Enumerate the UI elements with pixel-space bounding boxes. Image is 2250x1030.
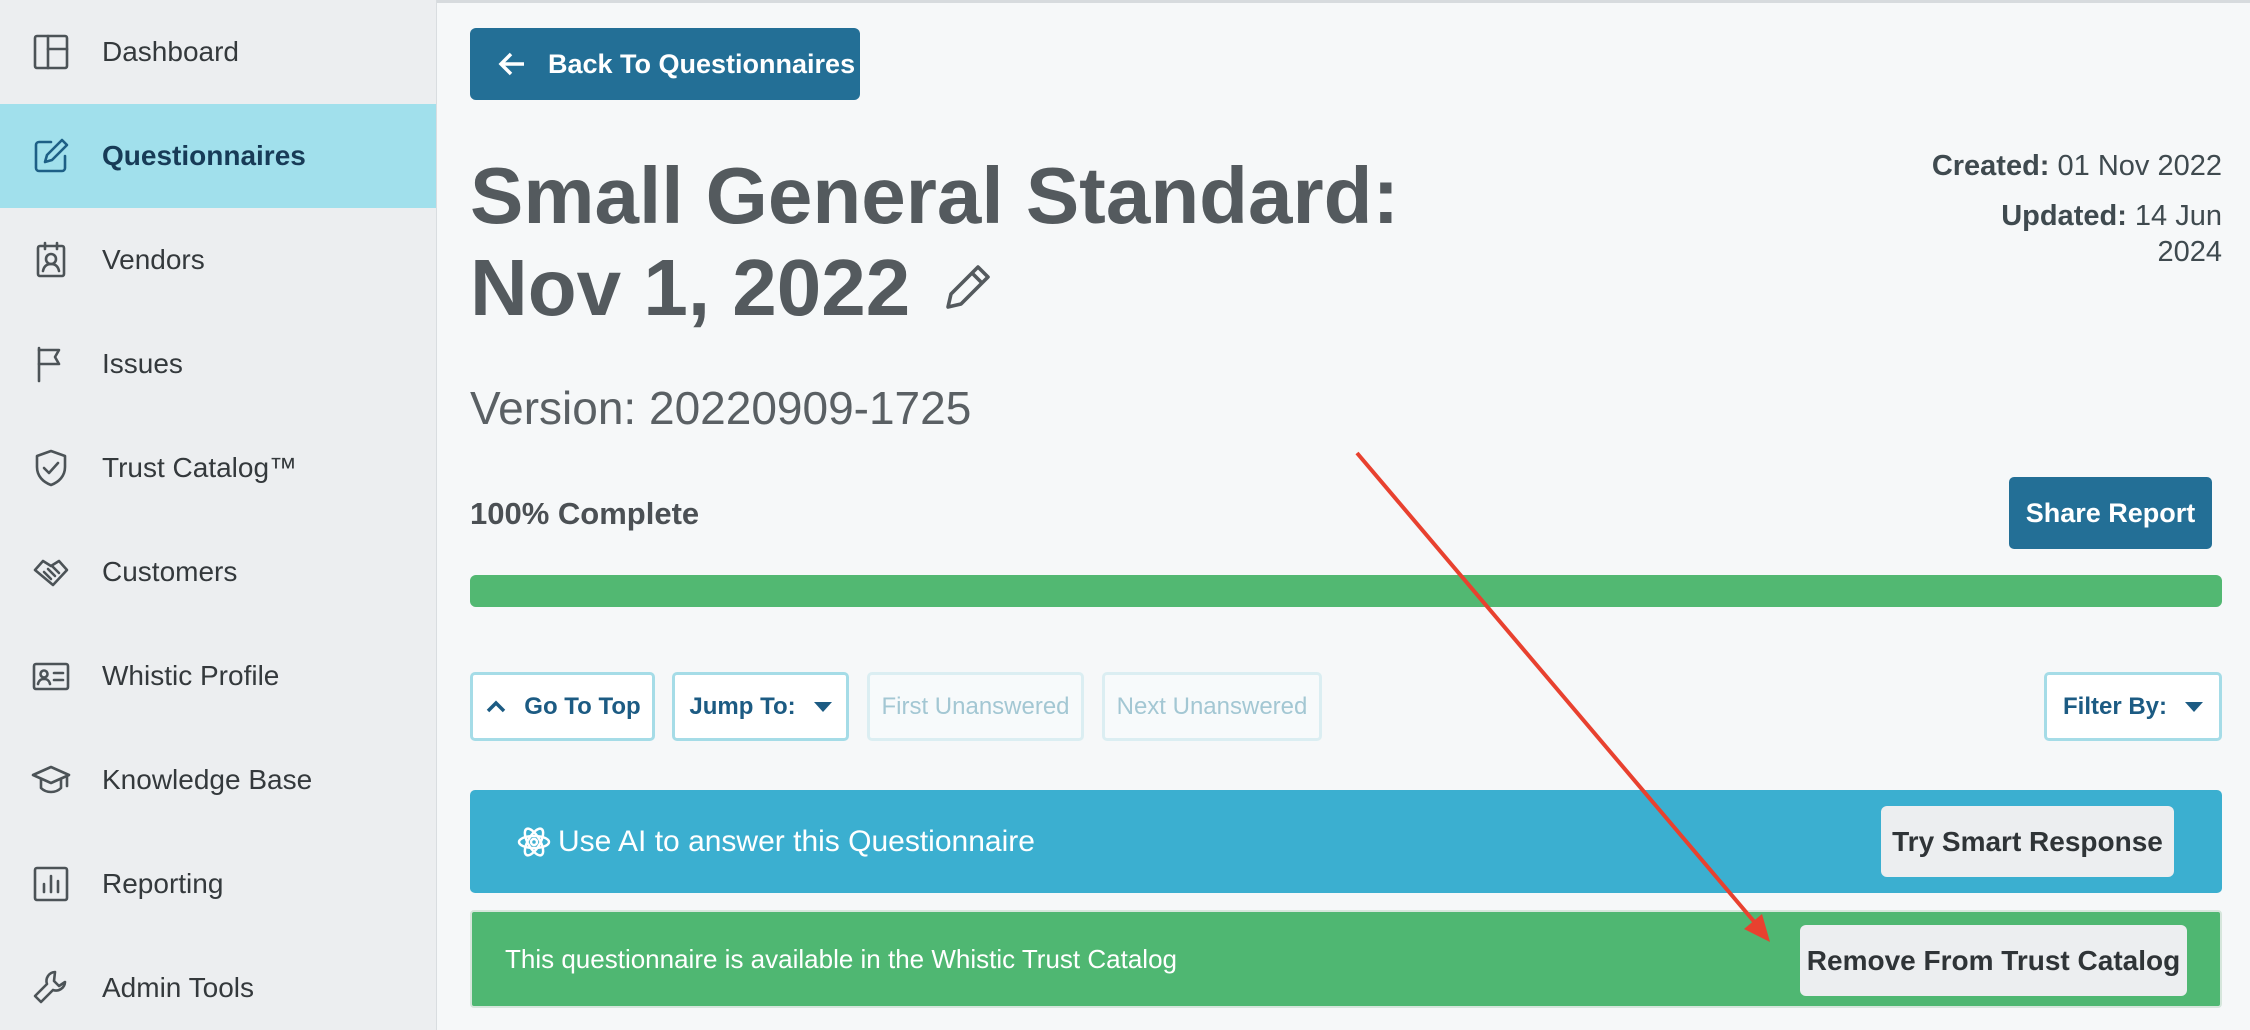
progress-bar-fill <box>470 575 2222 607</box>
go-to-top-button[interactable]: Go To Top <box>470 672 655 741</box>
sidebar-item-knowledge-base[interactable]: Knowledge Base <box>0 728 436 832</box>
main-content: Back To Questionnaires Small General Sta… <box>437 0 2250 1030</box>
id-card-icon <box>30 655 72 697</box>
sidebar-item-issues[interactable]: Issues <box>0 312 436 416</box>
updated-label: Updated: <box>2001 200 2127 232</box>
caret-down-icon <box>813 701 832 712</box>
created-label: Created: <box>1931 150 2050 182</box>
sidebar-item-vendors[interactable]: Vendors <box>0 208 436 312</box>
shield-check-icon <box>30 447 72 489</box>
ai-banner: Use AI to answer this Questionnaire Try … <box>470 790 2222 893</box>
updated-value: 14 Jun 2024 <box>2134 200 2222 268</box>
sidebar-item-label: Reporting <box>102 868 224 899</box>
chevron-up-icon <box>487 700 506 712</box>
try-smart-response-button[interactable]: Try Smart Response <box>1881 806 2174 877</box>
handshake-icon <box>30 551 72 593</box>
created-value: 01 Nov 2022 <box>2057 150 2222 182</box>
sidebar-item-trust-catalog[interactable]: Trust Catalog™ <box>0 416 436 520</box>
sidebar-item-label: Questionnaires <box>102 140 306 171</box>
sidebar-item-dashboard[interactable]: Dashboard <box>0 0 436 104</box>
go-to-top-label: Go To Top <box>524 692 641 720</box>
graduation-cap-icon <box>30 759 72 801</box>
sidebar: Dashboard Questionnaires Vendors Issues … <box>0 0 437 1030</box>
sidebar-item-label: Whistic Profile <box>102 660 280 691</box>
back-to-questionnaires-button[interactable]: Back To Questionnaires <box>470 28 860 100</box>
version-text: Version: 20220909-1725 <box>470 382 972 434</box>
dashboard-icon <box>30 31 72 73</box>
sidebar-item-label: Dashboard <box>102 36 239 67</box>
sidebar-item-label: Trust Catalog™ <box>102 452 298 483</box>
page-title-line1: Small General Standard: <box>470 151 1400 240</box>
trust-banner-text: This questionnaire is available in the W… <box>505 943 1177 974</box>
filter-by-dropdown[interactable]: Filter By: <box>2044 672 2222 741</box>
arrow-left-icon <box>498 52 524 76</box>
back-button-label: Back To Questionnaires <box>548 48 856 79</box>
vendor-badge-icon <box>30 239 72 281</box>
first-unanswered-button[interactable]: First Unanswered <box>867 672 1084 741</box>
edit-icon <box>30 135 72 177</box>
sidebar-item-customers[interactable]: Customers <box>0 520 436 624</box>
remove-from-trust-catalog-button[interactable]: Remove From Trust Catalog <box>1800 925 2187 996</box>
atom-icon <box>517 826 551 857</box>
jump-to-label: Jump To: <box>689 692 796 720</box>
next-unanswered-button[interactable]: Next Unanswered <box>1102 672 1322 741</box>
sidebar-item-whistic-profile[interactable]: Whistic Profile <box>0 624 436 728</box>
share-report-button[interactable]: Share Report <box>2009 477 2212 549</box>
caret-down-icon <box>2185 701 2203 712</box>
ai-banner-text: Use AI to answer this Questionnaire <box>558 824 1035 858</box>
completion-status: 100% Complete <box>470 496 700 531</box>
bar-chart-icon <box>30 863 72 905</box>
sidebar-item-label: Vendors <box>102 244 205 275</box>
sidebar-item-label: Customers <box>102 556 238 587</box>
sidebar-item-label: Knowledge Base <box>102 764 313 795</box>
sidebar-item-label: Issues <box>102 348 183 379</box>
filter-by-label: Filter By: <box>2062 692 2167 720</box>
wrench-icon <box>30 967 72 1009</box>
questionnaire-dates: Created: 01 Nov 2022 Updated: 14 Jun 202… <box>1902 148 2222 270</box>
progress-bar <box>470 575 2222 607</box>
sidebar-item-reporting[interactable]: Reporting <box>0 832 436 936</box>
trust-catalog-banner: This questionnaire is available in the W… <box>470 910 2222 1008</box>
sidebar-item-label: Admin Tools <box>102 972 255 1003</box>
sidebar-item-admin-tools[interactable]: Admin Tools <box>0 936 436 1030</box>
flag-icon <box>30 343 72 385</box>
page-title-line2: Nov 1, 2022 <box>470 243 911 332</box>
pencil-icon[interactable] <box>940 261 994 315</box>
jump-to-dropdown[interactable]: Jump To: <box>672 672 849 741</box>
sidebar-item-questionnaires[interactable]: Questionnaires <box>0 104 436 208</box>
